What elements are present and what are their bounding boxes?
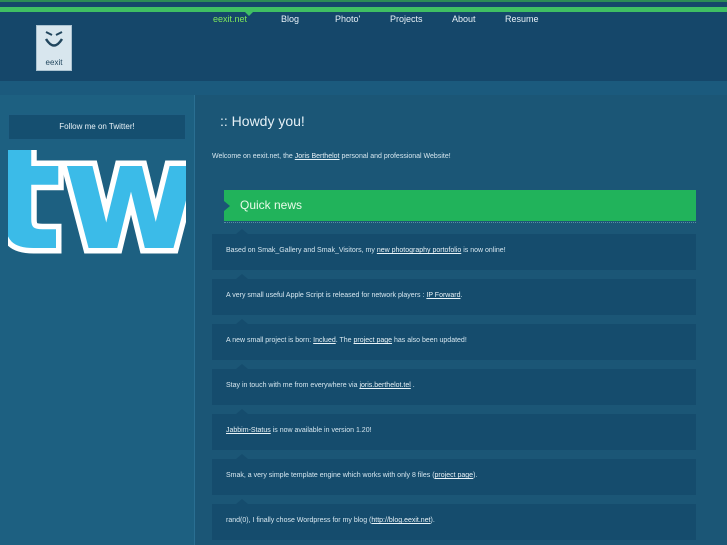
news-text: rand(0), I finally chose Wordpress for m… — [226, 517, 372, 524]
news-link[interactable]: project page — [435, 472, 474, 479]
news-link[interactable]: IP Forward — [426, 292, 460, 299]
header-top-line — [0, 0, 727, 2]
quick-news-notch — [224, 201, 230, 211]
nav-item-home[interactable]: eexit.net — [213, 14, 247, 24]
welcome-suffix: personal and professional Website! — [339, 153, 451, 160]
news-text: ). — [430, 517, 435, 524]
site-logo[interactable]: eexit — [36, 25, 72, 71]
news-link[interactable]: project page — [354, 337, 393, 344]
news-text: Smak, a very simple template engine whic… — [226, 472, 435, 479]
news-item: A very small useful Apple Script is rele… — [212, 274, 696, 315]
news-text: Stay in touch with me from everywhere vi… — [226, 382, 360, 389]
nav-item-blog[interactable]: Blog — [281, 14, 299, 24]
news-item: Jabbim-Status is now available in versio… — [212, 409, 696, 450]
news-item: Stay in touch with me from everywhere vi… — [212, 364, 696, 405]
welcome-text: Welcome on eexit.net, the Joris Berthelo… — [212, 153, 451, 160]
news-item: rand(0), I finally chose Wordpress for m… — [212, 499, 696, 540]
quick-news-title: Quick news — [240, 198, 303, 212]
news-item-pointer — [236, 364, 248, 369]
news-item-pointer — [236, 319, 248, 324]
news-item-pointer — [236, 499, 248, 504]
news-text: . — [460, 292, 463, 299]
news-item-text: Stay in touch with me from everywhere vi… — [226, 382, 415, 389]
news-item-text: Jabbim-Status is now available in versio… — [226, 427, 372, 434]
news-link[interactable]: Jabbim-Status — [226, 427, 271, 434]
news-text: is now available in version 1.20! — [270, 427, 372, 434]
news-item-text: Smak, a very simple template engine whic… — [226, 472, 477, 479]
news-item-pointer — [236, 274, 248, 279]
quick-news-underline — [224, 221, 696, 223]
news-link[interactable]: new photography portofolio — [377, 247, 461, 254]
news-item-pointer — [236, 409, 248, 414]
news-link[interactable]: joris.berthelot.tel — [359, 382, 410, 389]
column-divider — [194, 95, 195, 545]
twitter-logo-text: tw — [8, 150, 186, 260]
news-item-text: rand(0), I finally chose Wordpress for m… — [226, 517, 435, 524]
news-item: Smak, a very simple template engine whic… — [212, 454, 696, 495]
quick-news-header: Quick news — [224, 190, 696, 221]
news-item-text: A new small project is born: Inclued. Th… — [226, 337, 467, 344]
news-text: has also been updated! — [392, 337, 467, 344]
logo-text: eexit — [45, 58, 63, 67]
news-item-pointer — [236, 229, 248, 234]
page-title: :: Howdy you! — [220, 113, 305, 129]
smiley-icon — [44, 31, 64, 47]
news-item: Based on Smak_Gallery and Smak_Visitors,… — [212, 229, 696, 270]
news-text: Based on Smak_Gallery and Smak_Visitors,… — [226, 247, 377, 254]
news-item-pointer — [236, 454, 248, 459]
follow-twitter-button[interactable]: Follow me on Twitter! — [8, 114, 186, 140]
news-link[interactable]: Inclued — [313, 337, 336, 344]
author-link[interactable]: Joris Berthelot — [295, 153, 340, 160]
news-text: A new small project is born: — [226, 337, 314, 344]
header-separator — [0, 81, 727, 95]
news-text: is now online! — [461, 247, 506, 254]
news-item: A new small project is born: Inclued. Th… — [212, 319, 696, 360]
news-text: . The — [335, 337, 354, 344]
main-nav: eexit.net Blog Photo' Projects About Res… — [0, 14, 727, 28]
header-bar — [0, 0, 727, 81]
nav-item-photo[interactable]: Photo' — [335, 14, 360, 24]
news-text: A very small useful Apple Script is rele… — [226, 292, 427, 299]
news-text: ). — [473, 472, 478, 479]
news-item-text: Based on Smak_Gallery and Smak_Visitors,… — [226, 247, 506, 254]
welcome-prefix: Welcome on eexit.net, the — [212, 153, 295, 160]
header-green-stripe — [0, 7, 727, 12]
news-link[interactable]: http://blog.eexit.net — [371, 517, 430, 524]
nav-item-about[interactable]: About — [452, 14, 476, 24]
news-item-text: A very small useful Apple Script is rele… — [226, 292, 462, 299]
twitter-logo-icon[interactable]: tw — [8, 150, 186, 260]
nav-item-resume[interactable]: Resume — [505, 14, 539, 24]
news-text: . — [410, 382, 415, 389]
nav-item-projects[interactable]: Projects — [390, 14, 423, 24]
